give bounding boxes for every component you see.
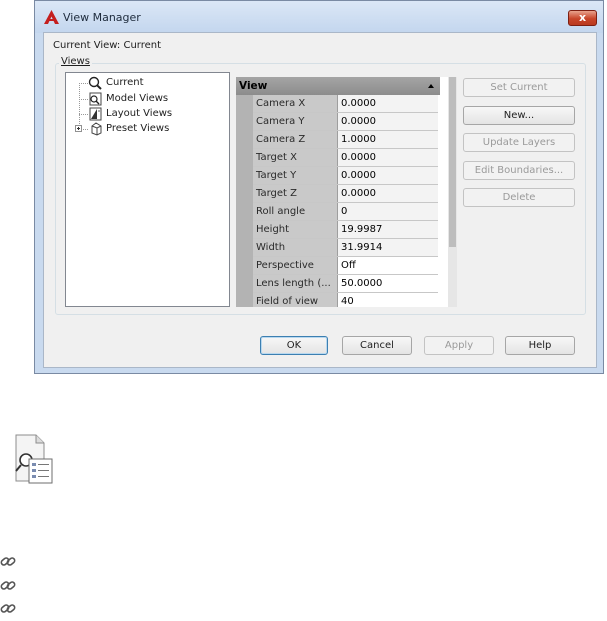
view-properties-grid[interactable]: View Camera X 0.0000 Camera Y 0.0000 Cam… xyxy=(236,77,448,307)
property-row-target-y[interactable]: Target Y 0.0000 xyxy=(253,167,438,185)
property-value[interactable]: Off xyxy=(338,257,438,274)
property-value[interactable]: 40 xyxy=(338,293,438,307)
views-group-label: Views xyxy=(59,56,92,67)
view-manager-icon xyxy=(15,434,53,484)
cancel-button[interactable]: Cancel xyxy=(342,336,412,355)
delete-button[interactable]: Delete xyxy=(463,188,575,207)
properties-header-label: View xyxy=(239,80,268,92)
properties-gutter xyxy=(236,95,253,307)
edit-boundaries-button[interactable]: Edit Boundaries... xyxy=(463,161,575,180)
current-view-label: Current View: Current xyxy=(53,40,162,51)
link-icon[interactable] xyxy=(0,600,16,616)
property-name: Perspective xyxy=(253,257,338,274)
collapse-arrow-icon[interactable] xyxy=(428,84,434,88)
link-icon[interactable] xyxy=(0,553,16,569)
property-name: Camera Y xyxy=(253,113,338,130)
property-row-target-z[interactable]: Target Z 0.0000 xyxy=(253,185,438,203)
tree-item-model-views[interactable]: Model Views xyxy=(87,91,168,106)
property-row-camera-z[interactable]: Camera Z 1.0000 xyxy=(253,131,438,149)
set-current-button[interactable]: Set Current xyxy=(463,78,575,97)
properties-scrollbar[interactable] xyxy=(448,77,457,307)
help-button[interactable]: Help xyxy=(505,336,575,355)
tree-connector xyxy=(79,83,80,130)
property-name: Roll angle xyxy=(253,203,338,220)
property-value[interactable]: 31.9914 xyxy=(338,239,438,256)
property-name: Camera Z xyxy=(253,131,338,148)
link-icon[interactable] xyxy=(0,577,16,593)
property-value[interactable]: 0.0000 xyxy=(338,149,438,166)
model-views-icon xyxy=(89,92,102,105)
property-row-target-x[interactable]: Target X 0.0000 xyxy=(253,149,438,167)
property-name: Lens length (... xyxy=(253,275,338,292)
preset-views-icon xyxy=(91,121,102,136)
property-row-camera-y[interactable]: Camera Y 0.0000 xyxy=(253,113,438,131)
close-button[interactable]: x xyxy=(568,10,597,26)
views-tree[interactable]: Current Model Views Layout Views Preset … xyxy=(65,72,230,307)
property-row-lens-length[interactable]: Lens length (... 50.0000 xyxy=(253,275,438,293)
ok-button[interactable]: OK xyxy=(260,336,328,355)
autocad-logo-icon xyxy=(44,10,59,24)
button-label: OK xyxy=(286,340,302,351)
tree-item-preset-views[interactable]: Preset Views xyxy=(87,121,169,136)
properties-header[interactable]: View xyxy=(236,77,440,95)
property-row-height[interactable]: Height 19.9987 xyxy=(253,221,438,239)
property-row-roll-angle[interactable]: Roll angle 0 xyxy=(253,203,438,221)
property-value[interactable]: 0.0000 xyxy=(338,185,438,202)
property-value[interactable]: 0.0000 xyxy=(338,95,438,112)
button-label: New... xyxy=(503,110,535,121)
button-label: Help xyxy=(528,340,552,351)
property-value[interactable]: 1.0000 xyxy=(338,131,438,148)
apply-button[interactable]: Apply xyxy=(424,336,494,355)
property-row-perspective[interactable]: Perspective Off xyxy=(253,257,438,275)
title-bar[interactable]: View Manager x xyxy=(35,1,603,33)
button-label: Set Current xyxy=(490,82,548,93)
property-value[interactable]: 19.9987 xyxy=(338,221,438,238)
button-label: Update Layers xyxy=(482,137,556,148)
property-name: Camera X xyxy=(253,95,338,112)
tree-item-label: Preset Views xyxy=(106,123,170,134)
tree-item-current[interactable]: Current xyxy=(87,75,144,90)
property-value[interactable]: 0.0000 xyxy=(338,167,438,184)
property-row-width[interactable]: Width 31.9914 xyxy=(253,239,438,257)
property-row-camera-x[interactable]: Camera X 0.0000 xyxy=(253,95,438,113)
property-name: Target Z xyxy=(253,185,338,202)
view-manager-dialog: View Manager x Current View: Current Vie… xyxy=(34,0,604,374)
magnifier-icon xyxy=(88,76,102,90)
update-layers-button[interactable]: Update Layers xyxy=(463,133,575,152)
button-label: Edit Boundaries... xyxy=(474,165,564,176)
property-name: Target Y xyxy=(253,167,338,184)
scrollbar-thumb[interactable] xyxy=(449,77,456,247)
property-name: Width xyxy=(253,239,338,256)
button-label: Cancel xyxy=(360,340,394,351)
window-title: View Manager xyxy=(63,11,141,24)
close-icon: x xyxy=(578,11,587,24)
property-name: Field of view xyxy=(253,293,338,307)
property-name: Target X xyxy=(253,149,338,166)
dialog-client-area: Current View: Current Views Current Mode… xyxy=(43,32,597,368)
property-value[interactable]: 0 xyxy=(338,203,438,220)
tree-item-label: Current xyxy=(106,77,144,88)
button-label: Delete xyxy=(502,192,536,203)
expand-toggle-icon[interactable] xyxy=(75,125,82,132)
tree-item-label: Model Views xyxy=(106,93,169,104)
tree-item-layout-views[interactable]: Layout Views xyxy=(87,106,172,121)
tree-item-label: Layout Views xyxy=(106,108,173,119)
property-value[interactable]: 50.0000 xyxy=(338,275,438,292)
button-label: Apply xyxy=(444,340,474,351)
property-value[interactable]: 0.0000 xyxy=(338,113,438,130)
property-name: Height xyxy=(253,221,338,238)
layout-views-icon xyxy=(89,107,102,120)
property-row-field-of-view[interactable]: Field of view 40 xyxy=(253,293,438,307)
new-button[interactable]: New... xyxy=(463,106,575,125)
